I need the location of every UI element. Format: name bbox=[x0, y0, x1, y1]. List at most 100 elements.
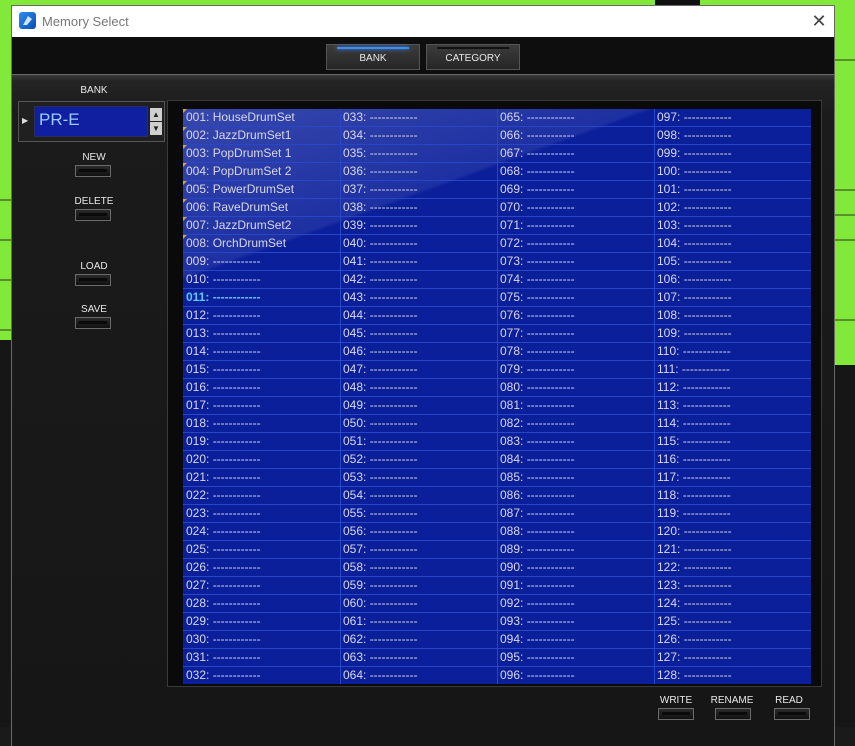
list-item[interactable]: 102: ------------ bbox=[654, 199, 811, 217]
list-item[interactable]: 037: ------------ bbox=[340, 181, 497, 199]
list-item[interactable]: 029: ------------ bbox=[183, 613, 340, 631]
write-button[interactable] bbox=[658, 708, 694, 720]
list-item[interactable]: 075: ------------ bbox=[497, 289, 654, 307]
list-item[interactable]: 120: ------------ bbox=[654, 523, 811, 541]
list-item[interactable]: 069: ------------ bbox=[497, 181, 654, 199]
list-item[interactable]: 106: ------------ bbox=[654, 271, 811, 289]
list-item[interactable]: 112: ------------ bbox=[654, 379, 811, 397]
list-item[interactable]: 058: ------------ bbox=[340, 559, 497, 577]
list-item[interactable]: 024: ------------ bbox=[183, 523, 340, 541]
list-item[interactable]: 018: ------------ bbox=[183, 415, 340, 433]
list-item[interactable]: 030: ------------ bbox=[183, 631, 340, 649]
list-item[interactable]: 110: ------------ bbox=[654, 343, 811, 361]
list-item[interactable]: 004: PopDrumSet 2 bbox=[183, 163, 340, 181]
list-item[interactable]: 091: ------------ bbox=[497, 577, 654, 595]
list-item[interactable]: 035: ------------ bbox=[340, 145, 497, 163]
list-item[interactable]: 105: ------------ bbox=[654, 253, 811, 271]
list-item[interactable]: 006: RaveDrumSet bbox=[183, 199, 340, 217]
list-item[interactable]: 016: ------------ bbox=[183, 379, 340, 397]
list-item[interactable]: 104: ------------ bbox=[654, 235, 811, 253]
list-item[interactable]: 061: ------------ bbox=[340, 613, 497, 631]
list-item[interactable]: 054: ------------ bbox=[340, 487, 497, 505]
list-item[interactable]: 007: JazzDrumSet2 bbox=[183, 217, 340, 235]
list-item[interactable]: 044: ------------ bbox=[340, 307, 497, 325]
list-item[interactable]: 041: ------------ bbox=[340, 253, 497, 271]
list-item[interactable]: 059: ------------ bbox=[340, 577, 497, 595]
list-item[interactable]: 011: ------------ bbox=[183, 289, 340, 307]
list-item[interactable]: 122: ------------ bbox=[654, 559, 811, 577]
list-item[interactable]: 067: ------------ bbox=[497, 145, 654, 163]
list-item[interactable]: 082: ------------ bbox=[497, 415, 654, 433]
list-item[interactable]: 027: ------------ bbox=[183, 577, 340, 595]
list-item[interactable]: 074: ------------ bbox=[497, 271, 654, 289]
list-item[interactable]: 055: ------------ bbox=[340, 505, 497, 523]
list-item[interactable]: 125: ------------ bbox=[654, 613, 811, 631]
list-item[interactable]: 094: ------------ bbox=[497, 631, 654, 649]
save-button[interactable] bbox=[75, 317, 111, 329]
list-item[interactable]: 080: ------------ bbox=[497, 379, 654, 397]
list-item[interactable]: 047: ------------ bbox=[340, 361, 497, 379]
list-item[interactable]: 031: ------------ bbox=[183, 649, 340, 667]
list-item[interactable]: 022: ------------ bbox=[183, 487, 340, 505]
list-item[interactable]: 038: ------------ bbox=[340, 199, 497, 217]
list-item[interactable]: 121: ------------ bbox=[654, 541, 811, 559]
list-item[interactable]: 099: ------------ bbox=[654, 145, 811, 163]
list-item[interactable]: 093: ------------ bbox=[497, 613, 654, 631]
list-item[interactable]: 039: ------------ bbox=[340, 217, 497, 235]
list-item[interactable]: 072: ------------ bbox=[497, 235, 654, 253]
list-item[interactable]: 036: ------------ bbox=[340, 163, 497, 181]
list-item[interactable]: 119: ------------ bbox=[654, 505, 811, 523]
list-item[interactable]: 019: ------------ bbox=[183, 433, 340, 451]
list-item[interactable]: 045: ------------ bbox=[340, 325, 497, 343]
list-item[interactable]: 088: ------------ bbox=[497, 523, 654, 541]
list-item[interactable]: 020: ------------ bbox=[183, 451, 340, 469]
list-item[interactable]: 057: ------------ bbox=[340, 541, 497, 559]
list-item[interactable]: 118: ------------ bbox=[654, 487, 811, 505]
list-item[interactable]: 066: ------------ bbox=[497, 127, 654, 145]
list-item[interactable]: 108: ------------ bbox=[654, 307, 811, 325]
list-item[interactable]: 097: ------------ bbox=[654, 109, 811, 127]
rename-button[interactable] bbox=[715, 708, 751, 720]
list-item[interactable]: 049: ------------ bbox=[340, 397, 497, 415]
list-item[interactable]: 089: ------------ bbox=[497, 541, 654, 559]
list-item[interactable]: 117: ------------ bbox=[654, 469, 811, 487]
bank-selector[interactable]: ▶ PR-E ▲ ▼ bbox=[18, 101, 165, 142]
list-item[interactable]: 026: ------------ bbox=[183, 559, 340, 577]
list-item[interactable]: 032: ------------ bbox=[183, 667, 340, 684]
list-item[interactable]: 086: ------------ bbox=[497, 487, 654, 505]
list-item[interactable]: 013: ------------ bbox=[183, 325, 340, 343]
list-item[interactable]: 015: ------------ bbox=[183, 361, 340, 379]
list-item[interactable]: 101: ------------ bbox=[654, 181, 811, 199]
list-item[interactable]: 107: ------------ bbox=[654, 289, 811, 307]
list-item[interactable]: 003: PopDrumSet 1 bbox=[183, 145, 340, 163]
list-item[interactable]: 081: ------------ bbox=[497, 397, 654, 415]
list-item[interactable]: 127: ------------ bbox=[654, 649, 811, 667]
list-item[interactable]: 092: ------------ bbox=[497, 595, 654, 613]
list-item[interactable]: 014: ------------ bbox=[183, 343, 340, 361]
list-item[interactable]: 116: ------------ bbox=[654, 451, 811, 469]
list-item[interactable]: 017: ------------ bbox=[183, 397, 340, 415]
list-item[interactable]: 115: ------------ bbox=[654, 433, 811, 451]
list-item[interactable]: 043: ------------ bbox=[340, 289, 497, 307]
list-item[interactable]: 012: ------------ bbox=[183, 307, 340, 325]
list-item[interactable]: 051: ------------ bbox=[340, 433, 497, 451]
list-item[interactable]: 021: ------------ bbox=[183, 469, 340, 487]
list-item[interactable]: 046: ------------ bbox=[340, 343, 497, 361]
list-item[interactable]: 025: ------------ bbox=[183, 541, 340, 559]
list-item[interactable]: 103: ------------ bbox=[654, 217, 811, 235]
list-item[interactable]: 050: ------------ bbox=[340, 415, 497, 433]
list-item[interactable]: 052: ------------ bbox=[340, 451, 497, 469]
list-item[interactable]: 087: ------------ bbox=[497, 505, 654, 523]
list-item[interactable]: 114: ------------ bbox=[654, 415, 811, 433]
close-button[interactable]: ✕ bbox=[804, 6, 834, 37]
list-item[interactable]: 042: ------------ bbox=[340, 271, 497, 289]
list-item[interactable]: 065: ------------ bbox=[497, 109, 654, 127]
list-item[interactable]: 034: ------------ bbox=[340, 127, 497, 145]
list-item[interactable]: 001: HouseDrumSet bbox=[183, 109, 340, 127]
tab-category[interactable]: CATEGORY bbox=[426, 44, 520, 70]
list-item[interactable]: 056: ------------ bbox=[340, 523, 497, 541]
list-item[interactable]: 076: ------------ bbox=[497, 307, 654, 325]
list-item[interactable]: 109: ------------ bbox=[654, 325, 811, 343]
bank-down-button[interactable]: ▼ bbox=[150, 122, 162, 135]
load-button[interactable] bbox=[75, 274, 111, 286]
